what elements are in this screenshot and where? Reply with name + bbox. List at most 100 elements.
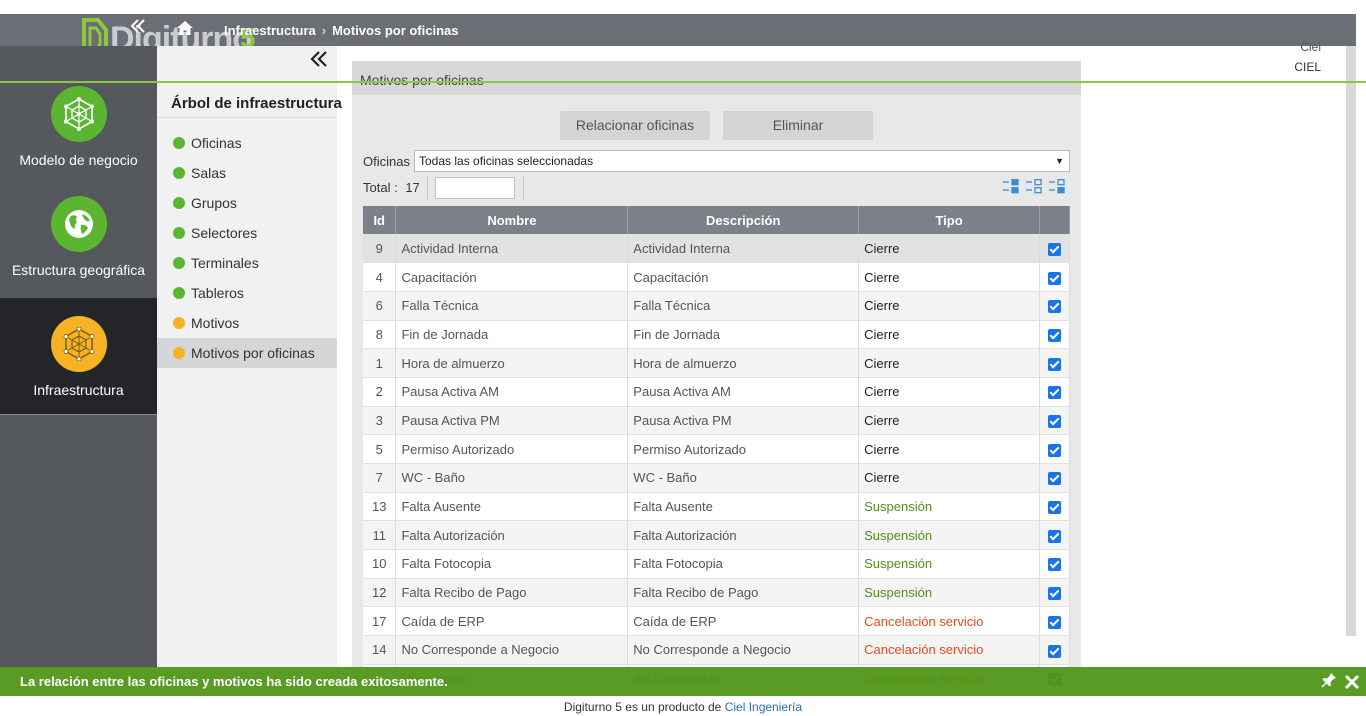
table-row[interactable]: 6 Falla Técnica Falla Técnica Cierre	[363, 291, 1070, 321]
row-tipo: Suspensión	[858, 549, 1041, 579]
home-icon[interactable]	[176, 20, 194, 39]
row-tipo: Suspensión	[858, 520, 1041, 551]
chevron-down-icon: ▼	[1055, 156, 1064, 166]
footer-link[interactable]: Ciel Ingeniería	[725, 700, 802, 714]
tree-item-label: Oficinas	[191, 135, 242, 151]
row-checkbox[interactable]	[1048, 271, 1061, 285]
row-nombre: Falta Ausente	[395, 492, 629, 522]
tree-item[interactable]: Grupos	[157, 188, 337, 218]
filter-input[interactable]	[435, 177, 515, 199]
row-descripcion: Actividad Interna	[627, 234, 860, 264]
table-row[interactable]: 11 Falta Autorización Falta Autorización Su…	[363, 520, 1070, 551]
user-name[interactable]: Ciel	[1300, 40, 1321, 54]
tree-item-label: Grupos	[191, 195, 237, 211]
row-checkbox[interactable]	[1048, 386, 1061, 400]
row-checkbox[interactable]	[1048, 501, 1061, 515]
collapse-tree-button[interactable]	[310, 50, 328, 74]
row-checkbox[interactable]	[1048, 529, 1061, 543]
row-descripcion: WC - Baño	[627, 463, 860, 493]
row-id: 8	[363, 320, 397, 350]
row-checkbox[interactable]	[1048, 615, 1061, 629]
row-nombre: Permiso Autorizado	[395, 434, 629, 464]
row-select-cell	[1039, 520, 1070, 551]
select-all-icon[interactable]	[1003, 179, 1021, 195]
row-checkbox[interactable]	[1048, 443, 1061, 457]
tree-item[interactable]: Oficinas	[157, 128, 337, 158]
table-row[interactable]: 17 Caída de ERP Caída de ERP Cancelación se…	[363, 606, 1070, 637]
divider	[523, 176, 524, 200]
status-dot-icon	[173, 197, 185, 209]
tree-item[interactable]: Tableros	[157, 278, 337, 308]
row-tipo: Cierre	[858, 463, 1041, 493]
row-descripcion: Capacitación	[627, 262, 860, 292]
table-row[interactable]: 13 Falta Ausente Falta Ausente Suspensión	[363, 492, 1070, 522]
table-row[interactable]: 8 Fin de Jornada Fin de Jornada Cierre	[363, 320, 1070, 350]
table-row[interactable]: 10 Falta Fotocopia Falta Fotocopia Suspensi…	[363, 549, 1070, 579]
tree-item[interactable]: Salas	[157, 158, 337, 188]
row-checkbox[interactable]	[1048, 415, 1061, 428]
relacionar-oficinas-button[interactable]: Relacionar oficinas	[560, 111, 710, 140]
row-checkbox[interactable]	[1048, 558, 1061, 572]
status-dot-icon	[173, 347, 185, 359]
divider	[427, 176, 428, 200]
deselect-all-icon[interactable]	[1026, 179, 1044, 195]
row-tipo: Cancelación servicio	[858, 635, 1041, 665]
table-row[interactable]: 7 WC - Baño WC - Baño Cierre	[363, 463, 1070, 493]
table-row[interactable]: 12 Falta Recibo de Pago Falta Recibo de Pa…	[363, 578, 1070, 608]
status-dot-icon	[173, 137, 185, 149]
network-hexagon-icon	[50, 86, 107, 142]
table-row[interactable]: 14 No Corresponde a Negocio No Corresponde…	[363, 635, 1070, 665]
tree-item[interactable]: Terminales	[157, 248, 337, 278]
total-count: Total : 17	[363, 180, 420, 195]
pin-icon[interactable]	[1321, 672, 1337, 692]
row-tipo: Cierre	[858, 377, 1041, 407]
column-header-id[interactable]: Id	[363, 206, 397, 234]
row-descripcion: Caída de ERP	[627, 606, 860, 637]
row-checkbox[interactable]	[1048, 644, 1061, 658]
row-descripcion: Hora de almuerzo	[627, 348, 860, 378]
row-checkbox[interactable]	[1048, 242, 1061, 256]
table-row[interactable]: 2 Pausa Activa AM Pausa Activa AM Cierre	[363, 377, 1070, 407]
row-select-cell	[1039, 262, 1070, 292]
tree-item[interactable]: Selectores	[157, 218, 337, 248]
tree-item-label: Selectores	[191, 225, 258, 241]
eliminar-button[interactable]: Eliminar	[723, 111, 873, 140]
collapse-menu-button[interactable]	[130, 18, 146, 39]
row-checkbox[interactable]	[1048, 328, 1061, 342]
scrollbar-track[interactable]	[1346, 46, 1356, 636]
column-header-tipo[interactable]: Tipo	[858, 206, 1041, 234]
row-select-cell	[1039, 578, 1070, 608]
tree-item[interactable]: Motivos por oficinas	[157, 338, 337, 368]
row-checkbox[interactable]	[1048, 587, 1061, 601]
breadcrumb-item-infraestructura[interactable]: Infraestructura	[224, 23, 316, 38]
column-header-descripcion[interactable]: Descripción	[627, 206, 860, 234]
table-row[interactable]: 3 Pausa Activa PM Pausa Activa PM Cierre	[363, 406, 1070, 436]
column-header-nombre[interactable]: Nombre	[395, 206, 629, 234]
tree-item-label: Motivos	[191, 315, 240, 331]
oficinas-select[interactable]: Todas las oficinas seleccionadas ▼	[414, 150, 1070, 172]
row-nombre: Pausa Activa PM	[395, 406, 629, 436]
row-select-cell	[1039, 320, 1070, 350]
breadcrumb-separator: ›	[321, 23, 327, 38]
table-header-row: Id Nombre Descripción Tipo	[363, 206, 1070, 234]
tree-item-label: Salas	[191, 165, 227, 181]
table-row[interactable]: 1 Hora de almuerzo Hora de almuerzo Cierre	[363, 348, 1070, 378]
table-row[interactable]: 4 Capacitación Capacitación Cierre	[363, 262, 1070, 292]
row-nombre: No Corresponde a Negocio	[395, 635, 629, 665]
main-sidebar: Modelo de negocio Estructura geográfica …	[0, 46, 157, 668]
invert-selection-icon[interactable]	[1049, 179, 1067, 195]
row-descripcion: Pausa Activa AM	[627, 377, 860, 407]
table-row[interactable]: 5 Permiso Autorizado Permiso Autorizado Cie…	[363, 434, 1070, 464]
row-tipo: Cierre	[858, 262, 1041, 292]
row-checkbox[interactable]	[1048, 357, 1061, 371]
table-row[interactable]: 9 Actividad Interna Actividad Interna Cierr…	[363, 234, 1070, 264]
nav-estructura-geografica[interactable]: Estructura geográfica	[0, 196, 157, 312]
close-icon[interactable]	[1344, 669, 1360, 696]
row-checkbox[interactable]	[1048, 472, 1061, 486]
tree-item[interactable]: Motivos	[157, 308, 337, 338]
infrastructure-hexagon-icon	[50, 316, 107, 372]
motivos-table: Id Nombre Descripción Tipo 9 Actividad In…	[363, 206, 1070, 694]
nav-infraestructura[interactable]: Infraestructura	[0, 298, 157, 415]
row-tipo: Cierre	[858, 291, 1041, 321]
row-checkbox[interactable]	[1048, 300, 1061, 314]
